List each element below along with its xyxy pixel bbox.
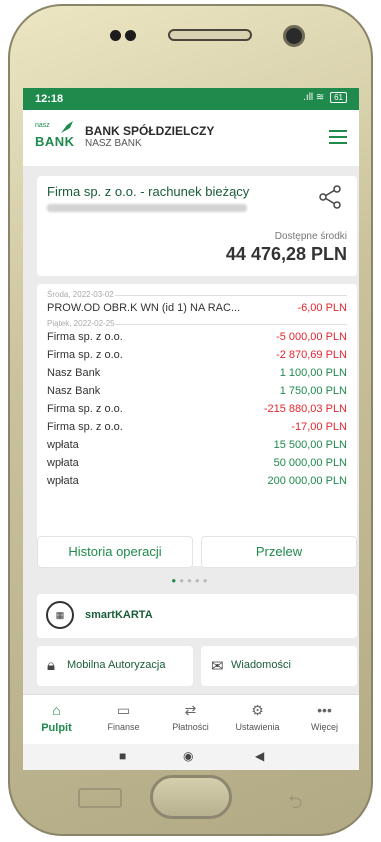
transaction-row[interactable]: Nasz Bank 1 750,00 PLN [47, 385, 347, 401]
more-dots-icon: ••• [317, 702, 332, 718]
status-bar: 12:18 .ıll ≋ 61 [23, 88, 359, 110]
status-time: 12:18 [35, 93, 64, 105]
transaction-row[interactable]: Firma sp. z o.o. -215 880,03 PLN [47, 403, 347, 419]
transaction-amount: 50 000,00 PLN [273, 457, 347, 469]
date-header: Piątek, 2022-02-25 [47, 319, 347, 328]
smartkarta-card[interactable]: ▦ smartKARTA [37, 594, 357, 638]
recents-square-icon[interactable]: ■ [119, 749, 126, 763]
status-icons: .ıll ≋ 61 [303, 92, 347, 103]
share-icon[interactable] [317, 184, 343, 210]
sensor-dots [110, 28, 150, 42]
page-dot[interactable]: ● [195, 576, 203, 585]
transaction-amount: -215 880,03 PLN [263, 403, 347, 415]
transaction-amount: -2 870,69 PLN [276, 349, 347, 361]
nav-label: Ustawienia [235, 722, 280, 732]
transaction-desc: Firma sp. z o.o. [47, 421, 123, 433]
back-triangle-icon[interactable]: ◀ [255, 749, 264, 763]
transaction-desc: wpłata [47, 439, 79, 451]
bank-subtitle: NASZ BANK [85, 138, 142, 149]
transfer-button[interactable]: Przelew [201, 536, 357, 568]
transaction-row[interactable]: Firma sp. z o.o. -17,00 PLN [47, 421, 347, 437]
transaction-desc: wpłata [47, 457, 79, 469]
account-card[interactable]: Firma sp. z o.o. - rachunek bieżący Dost… [37, 176, 357, 276]
earpiece-speaker [168, 29, 252, 41]
transaction-amount: -5 000,00 PLN [276, 331, 347, 343]
transaction-amount: 200 000,00 PLN [267, 475, 347, 487]
nav-label: Płatności [172, 722, 209, 732]
smartkarta-label: smartKARTA [85, 609, 153, 621]
hamburger-menu-icon[interactable] [329, 130, 347, 144]
transaction-desc: Firma sp. z o.o. [47, 331, 123, 343]
mobile-auth-label: Mobilna Autoryzacja [67, 659, 166, 671]
page-dot[interactable]: ● [203, 576, 211, 585]
account-actions: Historia operacji Przelew [37, 536, 357, 568]
wallet-icon: ▭ [116, 702, 131, 718]
nav-label: Finanse [107, 722, 140, 732]
account-number-blurred [47, 204, 247, 212]
nav-item-platnosci[interactable]: ⇄ Płatności [157, 701, 224, 732]
transaction-amount: -17,00 PLN [291, 421, 347, 433]
transaction-desc: Firma sp. z o.o. [47, 349, 123, 361]
account-name: Firma sp. z o.o. - rachunek bieżący [47, 184, 250, 199]
transaction-row[interactable]: Firma sp. z o.o. -2 870,69 PLN [47, 349, 347, 365]
signal-icon: .ıll [303, 92, 314, 103]
qr-code-icon: ▦ [46, 601, 74, 629]
envelope-icon: ✉ [211, 658, 224, 675]
logo-small-text: nasz [35, 122, 50, 129]
transaction-row[interactable]: PROW.OD OBR.K WN (id 1) NA RAC... -6,00 … [47, 302, 347, 318]
nav-item-finanse[interactable]: ▭ Finanse [90, 701, 157, 732]
nav-item-ustawienia[interactable]: ⚙ Ustawienia [224, 701, 291, 732]
front-camera [283, 25, 305, 47]
back-key-icon[interactable]: ⮌ [288, 790, 302, 820]
lock-icon: 🔒︎ [47, 657, 55, 674]
transaction-row[interactable]: wpłata 50 000,00 PLN [47, 457, 347, 473]
nav-label: Więcej [310, 722, 338, 732]
home-circle-icon[interactable]: ◉ [183, 749, 193, 763]
messages-tile[interactable]: ✉ Wiadomości [201, 646, 357, 686]
gear-icon: ⚙ [251, 702, 264, 718]
transactions-card: Środa, 2022-03-02 PROW.OD OBR.K WN (id 1… [37, 284, 357, 566]
nav-item-pulpit[interactable]: ⌂ Pulpit [23, 701, 90, 734]
battery-icon: 61 [330, 92, 347, 103]
history-button[interactable]: Historia operacji [37, 536, 193, 568]
home-icon: ⌂ [52, 702, 61, 718]
transaction-amount: 1 100,00 PLN [279, 367, 347, 379]
transaction-desc: Nasz Bank [47, 367, 101, 379]
transaction-desc: wpłata [47, 475, 79, 487]
recent-apps-key[interactable] [78, 788, 122, 808]
available-funds-label: Dostępne środki [274, 231, 347, 242]
wifi-icon: ≋ [315, 92, 325, 103]
app-header: nasz BANK BANK SPÓŁDZIELCZY NASZ BANK [23, 110, 359, 166]
date-header: Środa, 2022-03-02 [47, 290, 347, 299]
mobile-auth-tile[interactable]: 🔒︎ Mobilna Autoryzacja [37, 646, 193, 686]
page-indicator: ●●●●● [23, 576, 359, 585]
page-dot[interactable]: ● [179, 576, 187, 585]
transaction-row[interactable]: wpłata 200 000,00 PLN [47, 475, 347, 491]
bank-name: BANK SPÓŁDZIELCZY [85, 124, 215, 138]
transaction-row[interactable]: Firma sp. z o.o. -5 000,00 PLN [47, 331, 347, 347]
available-funds-amount: 44 476,28 PLN [225, 244, 347, 264]
transaction-amount: 1 750,00 PLN [279, 385, 347, 397]
bottom-navigation: ⌂ Pulpit ▭ Finanse ⇄ Płatności ⚙ Ustawie… [23, 694, 359, 745]
system-navigation-bar: ■ ◉ ◀ [23, 744, 359, 770]
phone-screen: 12:18 .ıll ≋ 61 nasz BANK BANK SPÓŁDZIEL… [23, 88, 359, 770]
nav-label: Pulpit [41, 722, 72, 734]
logo-main-text: BANK [35, 134, 75, 149]
transaction-row[interactable]: Nasz Bank 1 100,00 PLN [47, 367, 347, 383]
messages-label: Wiadomości [231, 659, 291, 671]
transfer-arrows-icon: ⇄ [184, 702, 197, 718]
logo-leaf-icon [61, 121, 73, 133]
transaction-amount: 15 500,00 PLN [273, 439, 347, 451]
transaction-amount: -6,00 PLN [297, 302, 347, 314]
transaction-desc: PROW.OD OBR.K WN (id 1) NA RAC... [47, 302, 241, 314]
home-button[interactable] [150, 775, 232, 819]
page-dot[interactable]: ● [187, 576, 195, 585]
nav-item-wiecej[interactable]: ••• Więcej [291, 701, 358, 732]
transaction-desc: Nasz Bank [47, 385, 101, 397]
transaction-row[interactable]: wpłata 15 500,00 PLN [47, 439, 347, 455]
transaction-desc: Firma sp. z o.o. [47, 403, 123, 415]
